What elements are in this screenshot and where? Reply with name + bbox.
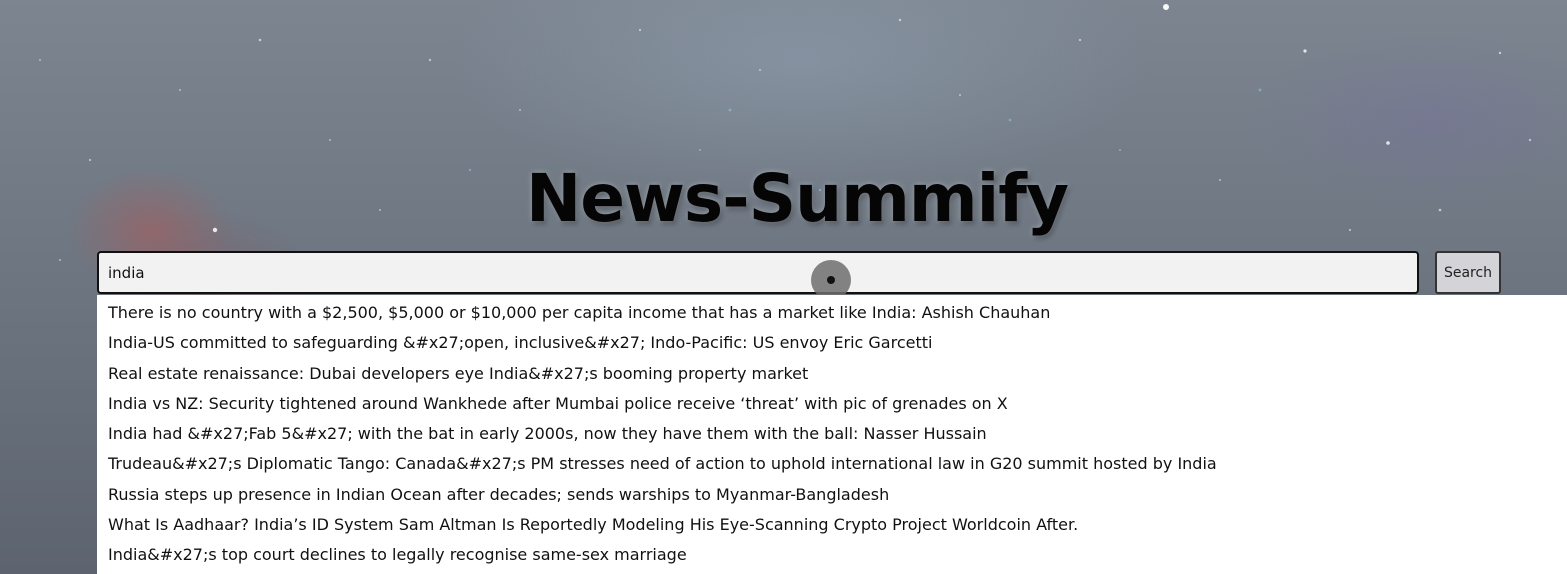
suggestion-item[interactable]: India&#x27;s top court declines to legal… — [97, 540, 1567, 570]
suggestion-item[interactable]: Trudeau&#x27;s Diplomatic Tango: Canada&… — [97, 449, 1567, 479]
suggestions-dropdown: There is no country with a $2,500, $5,00… — [97, 295, 1567, 574]
search-button[interactable]: Search — [1435, 251, 1501, 294]
app-title: News-Summify — [525, 160, 1069, 237]
suggestion-item[interactable]: Russia steps up presence in Indian Ocean… — [97, 480, 1567, 510]
page: { "app": { "title": "News-Summify" }, "s… — [0, 0, 1567, 574]
search-input[interactable] — [97, 251, 1419, 294]
suggestion-item[interactable]: India-US committed to safeguarding &#x27… — [97, 328, 1567, 358]
suggestion-item[interactable]: What Is Aadhaar? India’s ID System Sam A… — [97, 510, 1567, 540]
suggestion-item[interactable]: Real estate renaissance: Dubai developer… — [97, 359, 1567, 389]
cursor-dot — [827, 276, 835, 284]
suggestion-item[interactable]: India had &#x27;Fab 5&#x27; with the bat… — [97, 419, 1567, 449]
suggestion-item[interactable]: There is no country with a $2,500, $5,00… — [97, 298, 1567, 328]
mouse-cursor-indicator-icon — [811, 260, 851, 300]
suggestion-item[interactable]: India vs NZ: Security tightened around W… — [97, 389, 1567, 419]
